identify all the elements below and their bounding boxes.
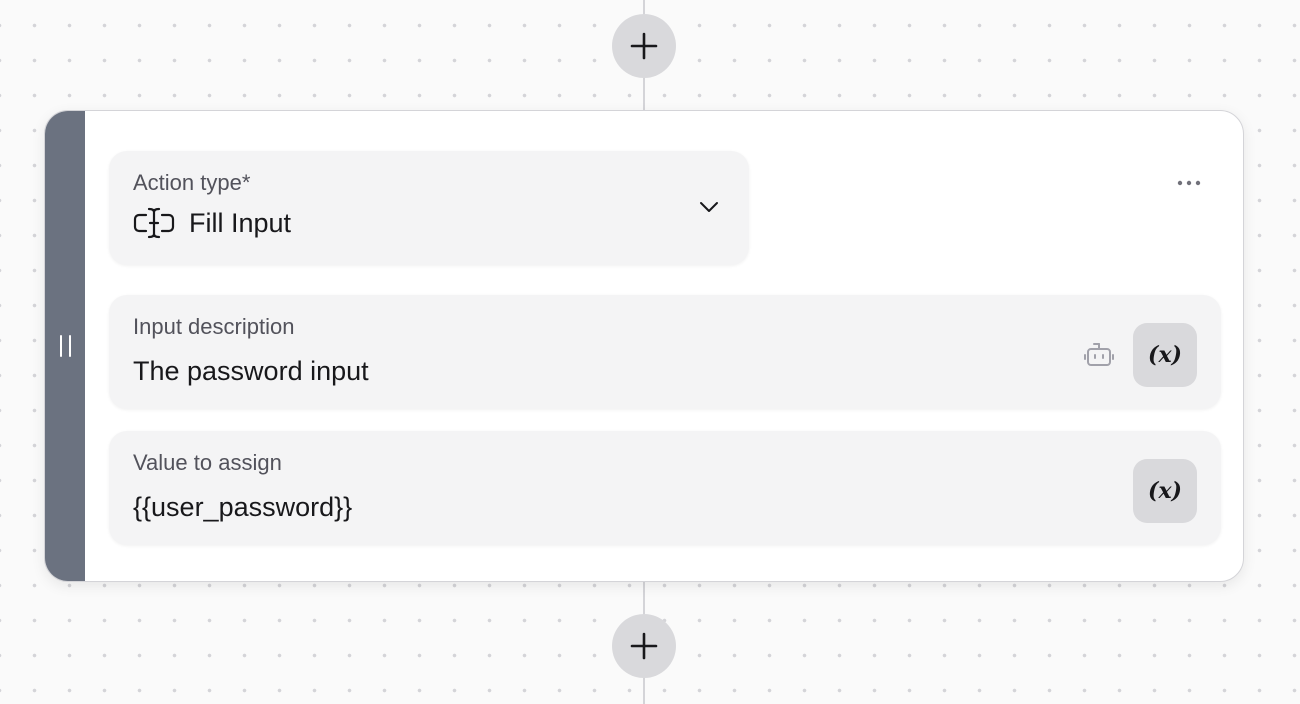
insert-variable-button[interactable]: (x) [1133, 459, 1197, 523]
action-type-label: Action type* [133, 170, 251, 195]
add-step-button-top[interactable] [612, 14, 676, 78]
input-description-value[interactable]: The password input [133, 356, 1197, 386]
ai-assist-button[interactable] [1081, 339, 1117, 371]
step-card: Action type* Fill Input Input descriptio… [44, 110, 1244, 582]
more-options-button[interactable] [1171, 169, 1207, 197]
required-marker: * [241, 170, 251, 195]
value-to-assign-field[interactable]: Value to assign {{user_password}} (x) [109, 431, 1221, 545]
text-cursor-input-icon [133, 207, 175, 239]
chevron-down-icon [700, 202, 718, 212]
robot-icon [1084, 343, 1114, 366]
action-type-select[interactable]: Action type* Fill Input [109, 151, 749, 265]
drag-handle[interactable] [45, 111, 85, 581]
add-step-button-bottom[interactable] [612, 614, 676, 678]
plus-icon [630, 32, 658, 60]
ellipsis-icon [1177, 180, 1201, 186]
value-to-assign-label: Value to assign [133, 450, 282, 475]
grip-icon [59, 335, 71, 357]
input-description-field[interactable]: Input description The password input (x) [109, 295, 1221, 409]
plus-icon [630, 632, 658, 660]
action-type-value: Fill Input [189, 208, 292, 238]
insert-variable-button[interactable]: (x) [1133, 323, 1197, 387]
input-description-label: Input description [133, 314, 295, 339]
value-to-assign-value[interactable]: {{user_password}} [133, 492, 1197, 522]
